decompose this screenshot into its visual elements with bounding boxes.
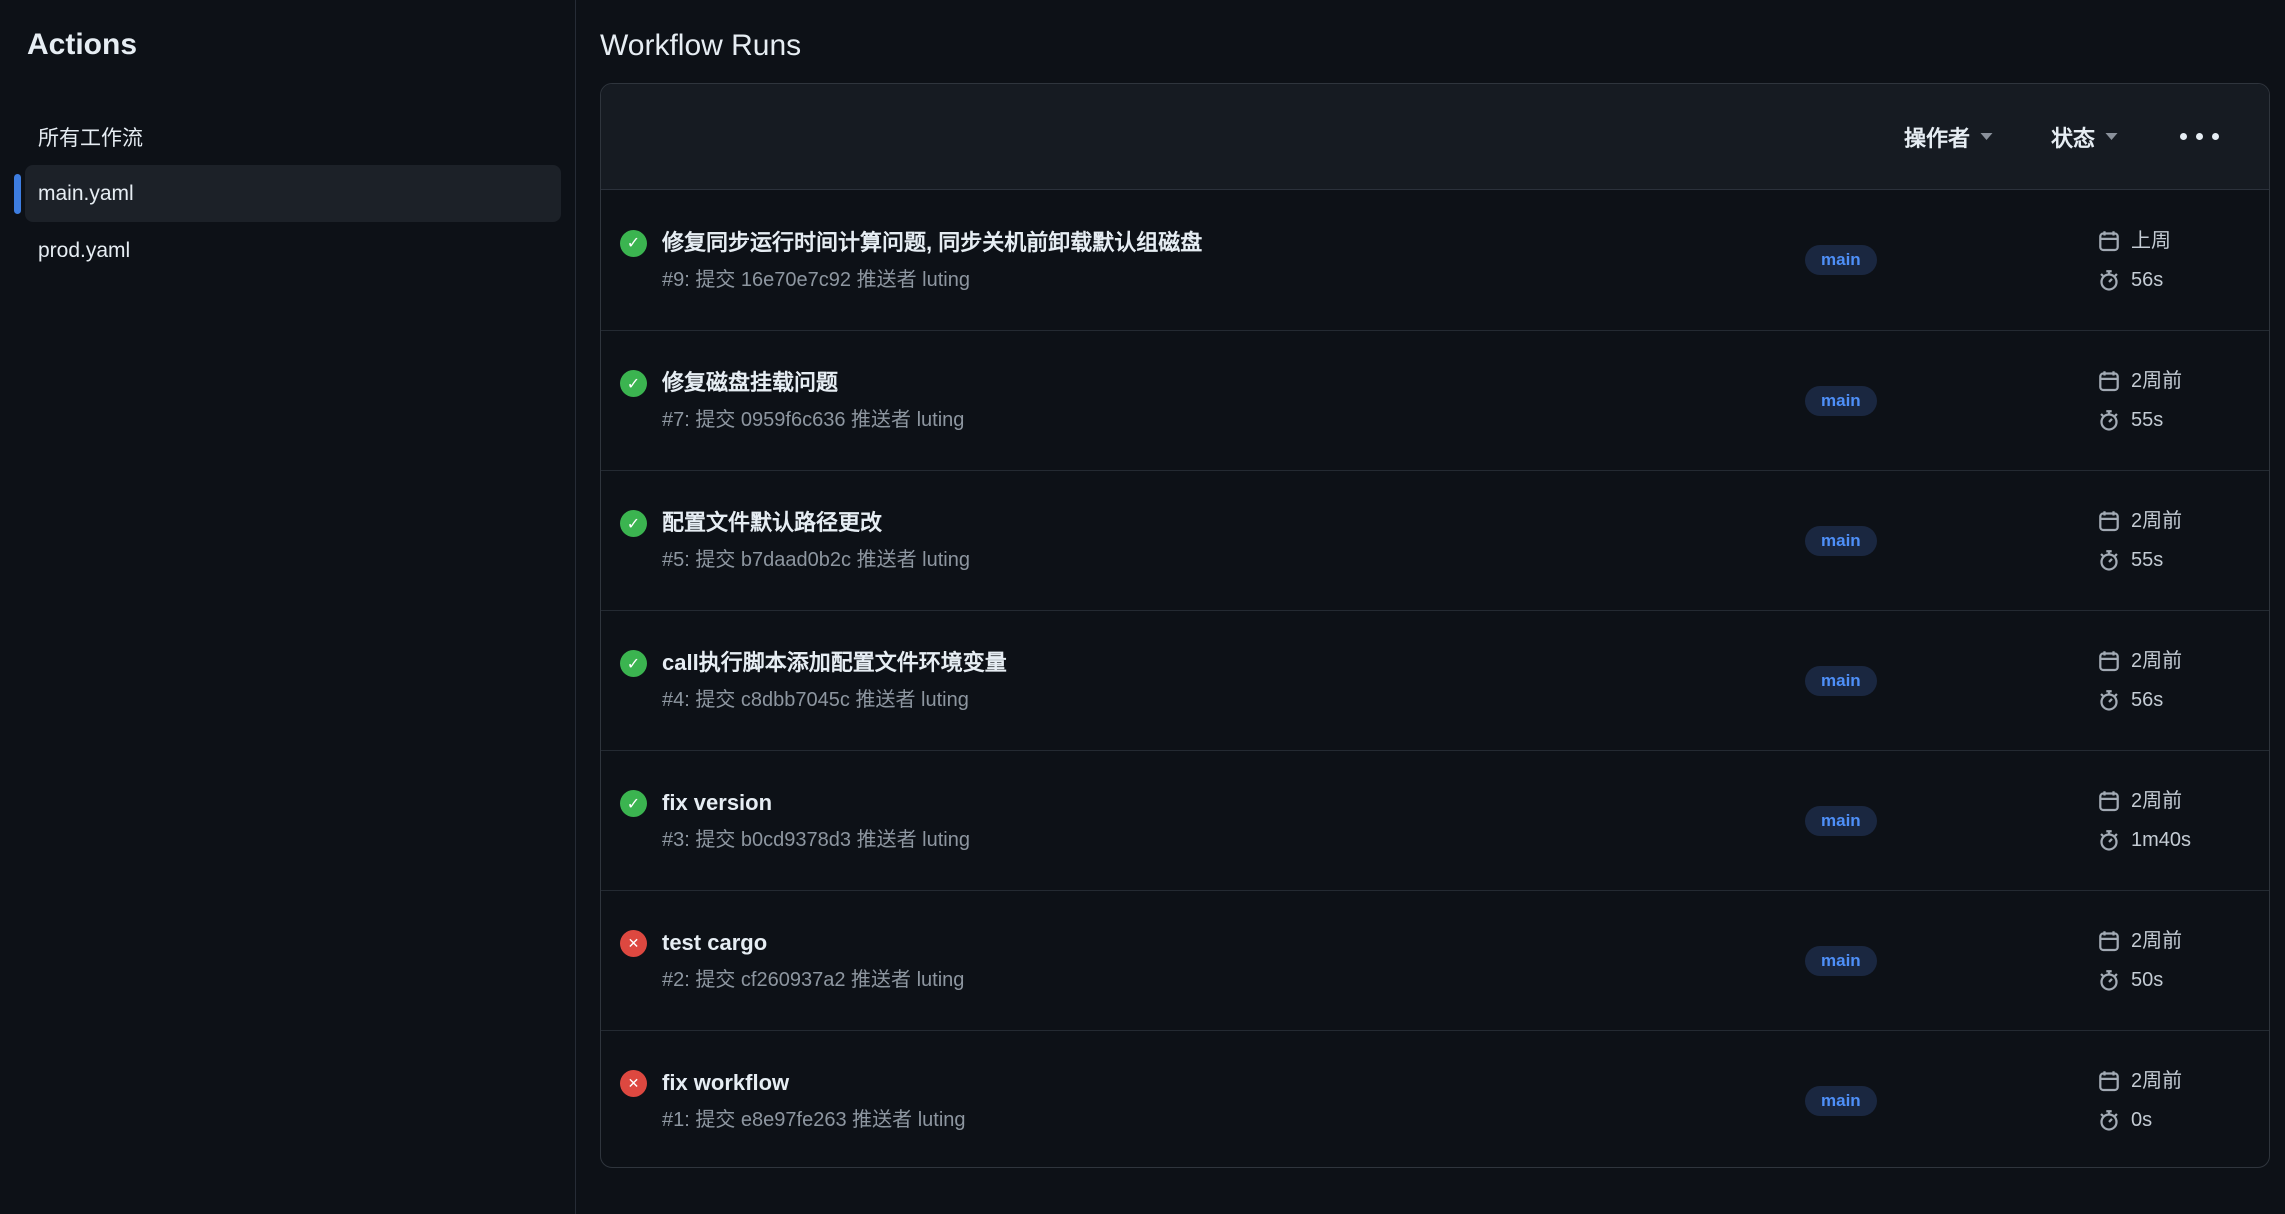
branch-badge[interactable]: main: [1805, 386, 1877, 416]
status-filter-dropdown[interactable]: 状态: [2051, 121, 2118, 153]
sidebar-title: Actions: [0, 28, 575, 62]
sidebar-item-main-yaml[interactable]: main.yaml: [25, 165, 561, 222]
run-commit-info: #5: 提交 b7daad0b2c 推送者 luting: [662, 546, 970, 574]
stopwatch-icon: [2097, 548, 2121, 572]
sidebar: Actions 所有工作流 main.yaml prod.yaml: [0, 0, 576, 1214]
calendar-icon: [2097, 229, 2121, 253]
run-row[interactable]: test cargo #2: 提交 cf260937a2 推送者 luting …: [601, 890, 2269, 1030]
run-date: 2周前: [2131, 647, 2182, 675]
run-commit-info: #1: 提交 e8e97fe263 推送者 luting: [662, 1106, 966, 1134]
run-commit-info: #7: 提交 0959f6c636 推送者 luting: [662, 406, 964, 434]
run-title-link[interactable]: fix version: [662, 787, 970, 819]
branch-badge[interactable]: main: [1805, 245, 1877, 275]
stopwatch-icon: [2097, 408, 2121, 432]
stopwatch-icon: [2097, 828, 2121, 852]
sidebar-item-all-workflows[interactable]: 所有工作流: [14, 108, 561, 165]
run-row[interactable]: 修复磁盘挂载问题 #7: 提交 0959f6c636 推送者 luting ma…: [601, 330, 2269, 470]
branch-badge[interactable]: main: [1805, 806, 1877, 836]
workflow-runs-panel: 操作者 状态 修复同步运行时间计算问题, 同步关机前卸载默认组磁盘 #: [600, 83, 2270, 1168]
calendar-icon: [2097, 789, 2121, 813]
run-date: 2周前: [2131, 367, 2182, 395]
filter-bar: 操作者 状态: [601, 84, 2269, 190]
branch-badge[interactable]: main: [1805, 526, 1877, 556]
status-success-icon: [620, 370, 647, 397]
status-success-icon: [620, 790, 647, 817]
actor-filter-dropdown[interactable]: 操作者: [1904, 121, 1993, 153]
sidebar-item-label: prod.yaml: [38, 239, 130, 263]
run-row[interactable]: fix version #3: 提交 b0cd9378d3 推送者 luting…: [601, 750, 2269, 890]
run-duration: 0s: [2131, 1106, 2152, 1134]
run-commit-info: #4: 提交 c8dbb7045c 推送者 luting: [662, 686, 1007, 714]
run-title-link[interactable]: fix workflow: [662, 1067, 966, 1099]
sidebar-item-prod-yaml[interactable]: prod.yaml: [14, 222, 561, 279]
stopwatch-icon: [2097, 968, 2121, 992]
page-title: Workflow Runs: [600, 24, 2270, 68]
status-filter-label: 状态: [2051, 121, 2095, 153]
stopwatch-icon: [2097, 1108, 2121, 1132]
run-row[interactable]: 修复同步运行时间计算问题, 同步关机前卸载默认组磁盘 #9: 提交 16e70e…: [601, 190, 2269, 330]
run-duration: 50s: [2131, 966, 2163, 994]
status-success-icon: [620, 510, 647, 537]
status-failure-icon: [620, 930, 647, 957]
selected-indicator-bar: [14, 174, 21, 214]
status-success-icon: [620, 230, 647, 257]
run-duration: 1m40s: [2131, 826, 2191, 854]
calendar-icon: [2097, 1069, 2121, 1093]
chevron-down-icon: [2105, 133, 2118, 141]
run-row[interactable]: call执行脚本添加配置文件环境变量 #4: 提交 c8dbb7045c 推送者…: [601, 610, 2269, 750]
workflow-nav: 所有工作流 main.yaml prod.yaml: [0, 108, 575, 279]
run-date: 2周前: [2131, 507, 2182, 535]
run-duration: 56s: [2131, 266, 2163, 294]
run-duration: 56s: [2131, 686, 2163, 714]
run-title-link[interactable]: 修复同步运行时间计算问题, 同步关机前卸载默认组磁盘: [662, 227, 1202, 259]
stopwatch-icon: [2097, 688, 2121, 712]
app-window: Actions 所有工作流 main.yaml prod.yaml Workfl…: [0, 0, 2285, 1214]
run-title-link[interactable]: 配置文件默认路径更改: [662, 507, 970, 539]
branch-badge[interactable]: main: [1805, 666, 1877, 696]
sidebar-item-label: 所有工作流: [38, 122, 143, 152]
run-row[interactable]: fix workflow #1: 提交 e8e97fe263 推送者 lutin…: [601, 1030, 2269, 1168]
calendar-icon: [2097, 649, 2121, 673]
run-title-link[interactable]: test cargo: [662, 927, 964, 959]
sidebar-item-label: main.yaml: [38, 182, 134, 206]
run-title-link[interactable]: 修复磁盘挂载问题: [662, 367, 964, 399]
run-duration: 55s: [2131, 546, 2163, 574]
run-date: 2周前: [2131, 1067, 2182, 1095]
run-date: 2周前: [2131, 927, 2182, 955]
run-list: 修复同步运行时间计算问题, 同步关机前卸载默认组磁盘 #9: 提交 16e70e…: [601, 190, 2269, 1168]
calendar-icon: [2097, 509, 2121, 533]
actor-filter-label: 操作者: [1904, 121, 1970, 153]
calendar-icon: [2097, 369, 2121, 393]
status-failure-icon: [620, 1070, 647, 1097]
branch-badge[interactable]: main: [1805, 946, 1877, 976]
run-commit-info: #3: 提交 b0cd9378d3 推送者 luting: [662, 826, 970, 854]
status-success-icon: [620, 650, 647, 677]
run-date: 2周前: [2131, 787, 2182, 815]
run-row[interactable]: 配置文件默认路径更改 #5: 提交 b7daad0b2c 推送者 luting …: [601, 470, 2269, 610]
chevron-down-icon: [1980, 133, 1993, 141]
run-title-link[interactable]: call执行脚本添加配置文件环境变量: [662, 647, 1007, 679]
run-date: 上周: [2131, 227, 2171, 255]
stopwatch-icon: [2097, 268, 2121, 292]
kebab-menu-icon[interactable]: [2176, 129, 2223, 144]
main-content: Workflow Runs 操作者 状态: [576, 0, 2285, 1214]
run-duration: 55s: [2131, 406, 2163, 434]
calendar-icon: [2097, 929, 2121, 953]
run-commit-info: #2: 提交 cf260937a2 推送者 luting: [662, 966, 964, 994]
branch-badge[interactable]: main: [1805, 1086, 1877, 1116]
run-commit-info: #9: 提交 16e70e7c92 推送者 luting: [662, 266, 1202, 294]
